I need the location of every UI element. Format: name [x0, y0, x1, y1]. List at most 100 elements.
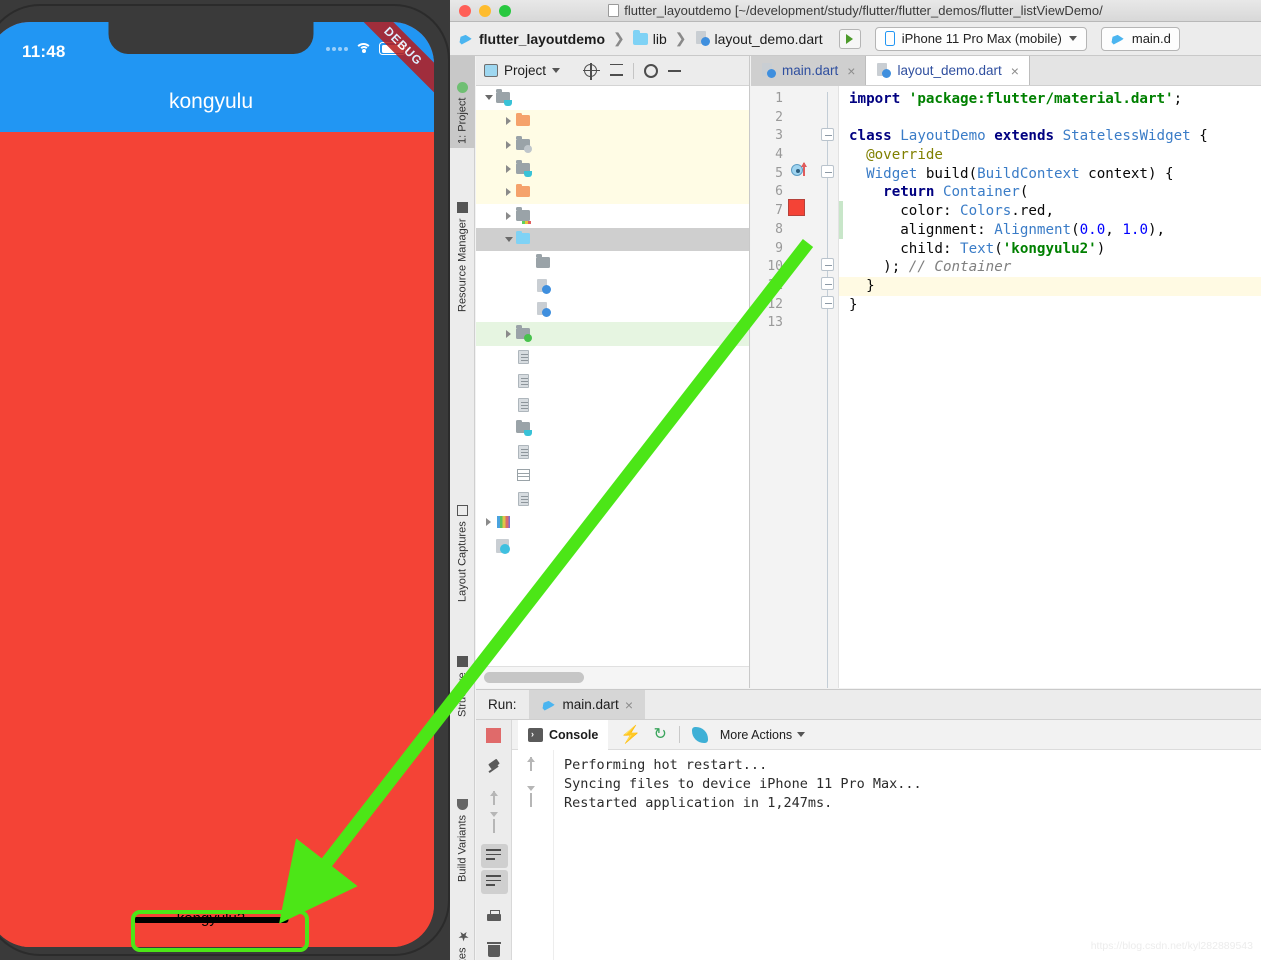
minimize-icon[interactable]: [668, 63, 684, 79]
open-devtools-icon[interactable]: [691, 726, 708, 743]
run-tab-main-dart[interactable]: main.dart ×: [528, 690, 645, 719]
editor-tabs[interactable]: main.dart × layout_demo.dart ×: [751, 56, 1261, 86]
code-line[interactable]: color: Colors.red,: [849, 202, 1261, 221]
flash-icon[interactable]: ⚡: [620, 726, 641, 743]
project-panel-scrollbar[interactable]: [484, 672, 584, 683]
chevron-right-icon[interactable]: [502, 188, 515, 197]
code-line[interactable]: [849, 109, 1261, 128]
sidebar-item-structure[interactable]: Structure: [450, 611, 475, 721]
stop-icon[interactable]: [486, 728, 501, 743]
code-text[interactable]: import 'package:flutter/material.dart'; …: [849, 90, 1261, 688]
code-folding-gutter[interactable]: [817, 86, 839, 688]
settings-gear-icon[interactable]: [643, 63, 659, 79]
scroll-up-icon[interactable]: [487, 790, 504, 807]
tree-node[interactable]: [476, 204, 749, 228]
breadcrumb-project[interactable]: flutter_layoutdemo: [458, 31, 605, 47]
tree-node[interactable]: [476, 321, 749, 346]
print-icon[interactable]: [486, 910, 503, 927]
breadcrumb-file[interactable]: layout_demo.dart: [695, 31, 823, 47]
scroll-down-icon[interactable]: [487, 818, 504, 835]
tree-node[interactable]: [476, 511, 749, 535]
soft-wrap-icon[interactable]: [486, 848, 503, 865]
run-tool-window[interactable]: Run: main.dart × › Console ⚡ ↻ More Acti…: [476, 689, 1261, 960]
console-output-area[interactable]: Performing hot restart... Syncing files t…: [512, 750, 1261, 960]
console-tab-bar[interactable]: Console ⚡ ↻ More Actions: [512, 719, 1261, 750]
code-line[interactable]: }: [849, 277, 1261, 296]
chevron-down-icon[interactable]: [482, 95, 495, 101]
sidebar-item-project[interactable]: 1: Project: [450, 56, 475, 148]
tree-node[interactable]: [476, 487, 749, 511]
fold-marker-class-end[interactable]: [821, 296, 834, 309]
chevron-right-icon[interactable]: [502, 329, 515, 338]
sidebar-item-layout-captures[interactable]: Layout Captures: [450, 456, 475, 606]
code-line[interactable]: class LayoutDemo extends StatelessWidget…: [849, 127, 1261, 146]
project-tool-window[interactable]: Project: [476, 56, 750, 688]
project-dropdown[interactable]: Project: [484, 63, 561, 78]
sidebar-item-favorites[interactable]: 2: Favorites ★: [450, 904, 475, 960]
scroll-to-end-icon[interactable]: [486, 874, 503, 891]
project-panel-hscroll-area[interactable]: [476, 666, 749, 688]
fold-marker-class[interactable]: [821, 128, 834, 141]
hot-restart-icon[interactable]: ↻: [653, 726, 666, 743]
run-configuration-chip[interactable]: main.d: [1100, 26, 1180, 51]
tree-node[interactable]: [476, 346, 749, 370]
fold-marker-build[interactable]: [821, 165, 834, 178]
ios-simulator[interactable]: 11:48 kongyulu DEBUG kongyulu2: [0, 0, 450, 960]
code-line[interactable]: [849, 314, 1261, 333]
tree-node[interactable]: [476, 440, 749, 464]
chevron-right-icon[interactable]: [502, 211, 515, 220]
tree-node[interactable]: [476, 133, 749, 157]
chevron-right-icon[interactable]: [502, 140, 515, 149]
locate-icon[interactable]: [583, 62, 601, 80]
chevron-right-icon[interactable]: [502, 117, 515, 126]
run-gutter-icon[interactable]: [791, 162, 811, 178]
close-icon-run-tab[interactable]: ×: [625, 697, 633, 713]
chevron-right-icon[interactable]: [502, 164, 515, 173]
tree-node[interactable]: [476, 534, 749, 558]
fold-marker-return[interactable]: [821, 258, 834, 271]
tree-node[interactable]: [476, 109, 749, 134]
collapse-all-icon[interactable]: [608, 63, 624, 79]
gutter-icons[interactable]: [787, 86, 817, 688]
close-icon-tab2[interactable]: ×: [1011, 63, 1019, 79]
android-studio-window[interactable]: flutter_layoutdemo [~/development/study/…: [450, 0, 1261, 960]
tree-node[interactable]: [476, 275, 749, 299]
breadcrumb-lib[interactable]: lib: [632, 29, 667, 47]
tab-main-dart[interactable]: main.dart ×: [751, 56, 867, 85]
run-button[interactable]: [838, 28, 861, 49]
code-line[interactable]: ); // Container: [849, 258, 1261, 277]
console-tab[interactable]: Console: [518, 719, 609, 750]
clear-all-icon[interactable]: [487, 942, 504, 959]
tree-node[interactable]: [476, 156, 749, 181]
tree-node[interactable]: [476, 416, 749, 440]
code-line[interactable]: @override: [849, 146, 1261, 165]
device-selector[interactable]: iPhone 11 Pro Max (mobile): [874, 26, 1087, 51]
code-line[interactable]: child: Text('kongyulu2'): [849, 240, 1261, 259]
tool-window-stripe-left[interactable]: 1: Project Resource Manager Layout Captu…: [450, 56, 475, 960]
tree-node[interactable]: [476, 180, 749, 204]
console-scroll-down-icon[interactable]: [524, 792, 540, 810]
code-line[interactable]: alignment: Alignment(0.0, 1.0),: [849, 221, 1261, 240]
tree-node[interactable]: [476, 393, 749, 417]
code-line[interactable]: }: [849, 296, 1261, 315]
sidebar-item-resource-manager[interactable]: Resource Manager: [450, 156, 475, 316]
tree-node[interactable]: [476, 464, 749, 488]
chevron-right-icon[interactable]: [482, 518, 495, 527]
tab-layout-demo-dart[interactable]: layout_demo.dart ×: [866, 56, 1030, 85]
more-actions-button[interactable]: More Actions: [720, 728, 806, 742]
code-line[interactable]: return Container(: [849, 183, 1261, 202]
console-toolbar[interactable]: [476, 720, 512, 960]
phone-screen[interactable]: 11:48 kongyulu DEBUG kongyulu2: [0, 22, 434, 947]
color-preview-swatch[interactable]: [788, 199, 805, 216]
navigation-bar[interactable]: flutter_layoutdemo ❯ lib ❯ layout_demo.d…: [450, 22, 1261, 56]
editor-area[interactable]: main.dart × layout_demo.dart × 123456789…: [751, 56, 1261, 688]
code-line[interactable]: Widget build(BuildContext context) {: [849, 165, 1261, 184]
project-tree[interactable]: [476, 86, 749, 558]
tree-node[interactable]: [476, 369, 749, 393]
chevron-down-icon[interactable]: [502, 236, 515, 242]
code-editor[interactable]: 1 2 3 4 5 6 7 8 9 10 11 12 13 import 'packa: [751, 86, 1261, 688]
project-panel-header[interactable]: Project: [476, 56, 749, 86]
tree-node[interactable]: [476, 298, 749, 322]
fold-marker-body[interactable]: [821, 277, 834, 290]
code-line[interactable]: import 'package:flutter/material.dart';: [849, 90, 1261, 109]
